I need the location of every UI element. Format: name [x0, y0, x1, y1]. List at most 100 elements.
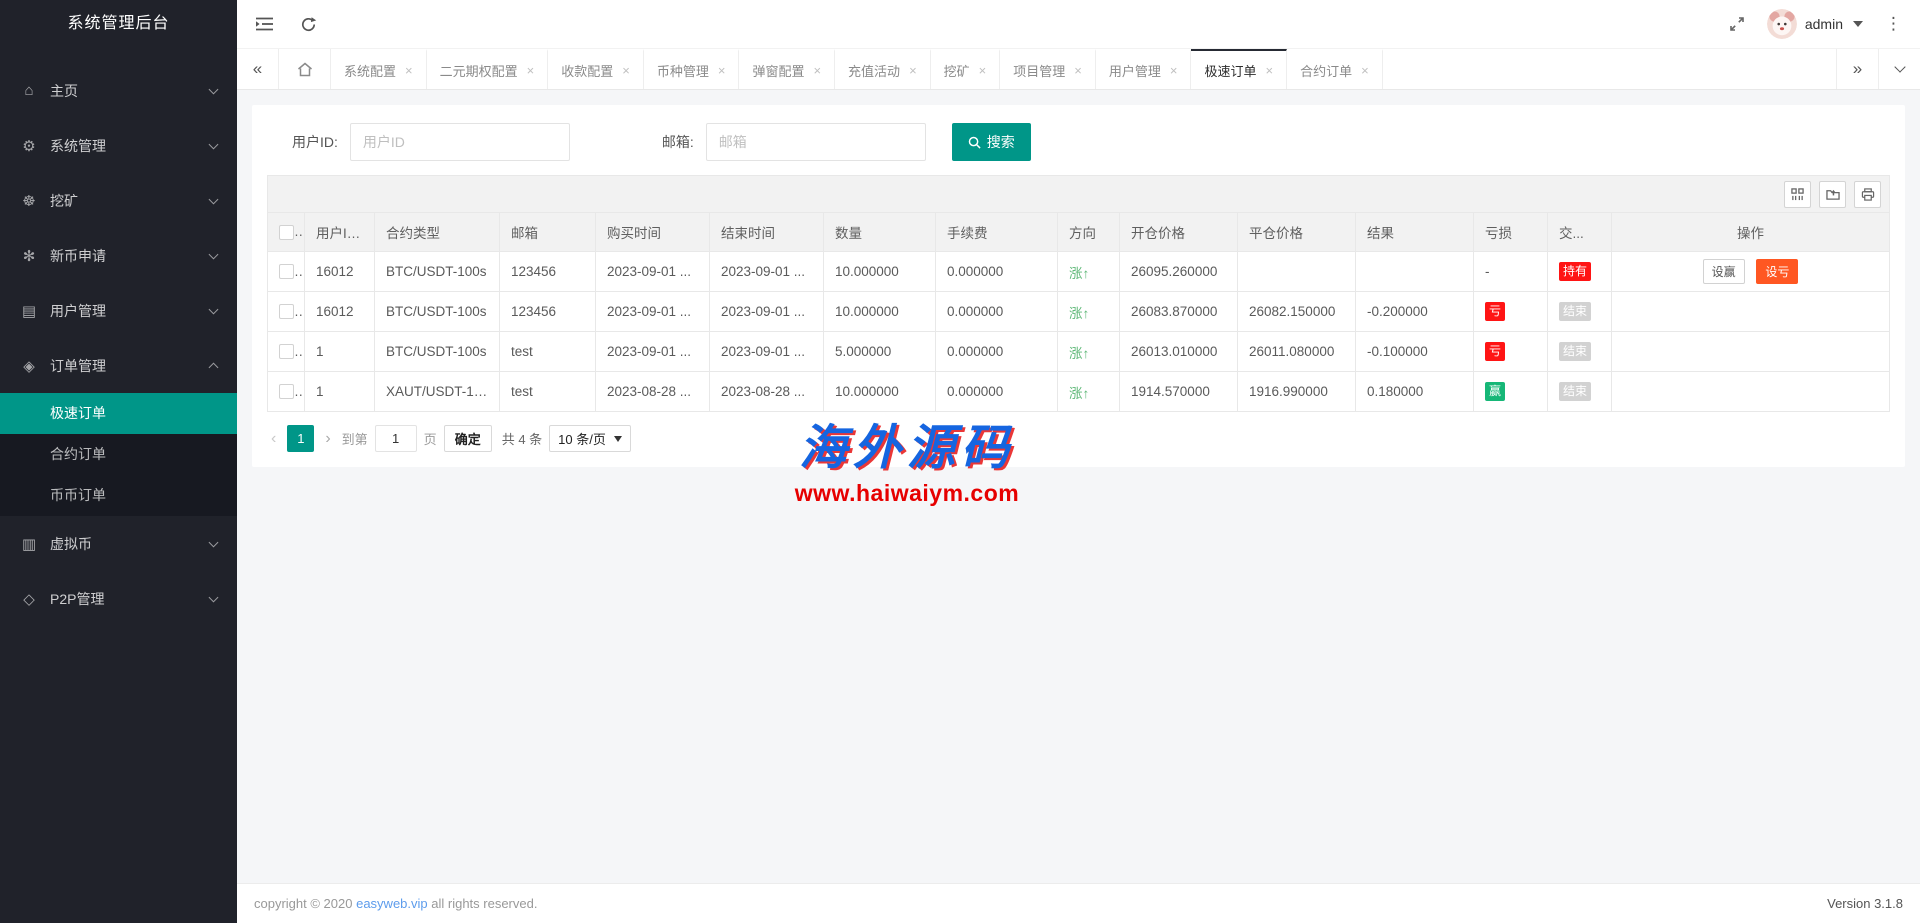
close-icon[interactable]: × [405, 63, 413, 78]
export-icon[interactable] [1819, 181, 1846, 208]
tab-system-config[interactable]: 系统配置× [331, 49, 427, 89]
chevron-up-icon [209, 363, 219, 373]
cell-buy-time: 2023-08-28 ... [596, 372, 710, 412]
select-all-checkbox[interactable] [279, 225, 294, 240]
tab-mining[interactable]: 挖矿× [931, 49, 1001, 89]
cell-close-price: 26082.150000 [1238, 292, 1356, 332]
sort-icon[interactable] [364, 228, 372, 240]
close-icon[interactable]: × [1361, 63, 1369, 78]
header-buy-time: 购买时间 [596, 213, 710, 252]
search-button[interactable]: 搜索 [952, 123, 1031, 161]
user-menu[interactable]: admin [1767, 9, 1863, 39]
email-label: 邮箱: [662, 132, 694, 152]
sidebar-item-users[interactable]: ▤ 用户管理 [0, 283, 237, 338]
sidebar-item-new-coin[interactable]: ✻ 新币申请 [0, 228, 237, 283]
tab-project-management[interactable]: 项目管理× [1000, 49, 1096, 89]
prev-page-icon[interactable]: ‹ [267, 430, 280, 448]
search-button-label: 搜索 [987, 132, 1015, 152]
header-open-price: 开仓价格 [1120, 213, 1238, 252]
refresh-icon[interactable] [300, 16, 317, 33]
win-badge: 赢 [1485, 382, 1505, 400]
tab-payment-config[interactable]: 收款配置× [548, 49, 644, 89]
tab-fast-orders-active[interactable]: 极速订单 × [1191, 49, 1287, 89]
cell-quantity: 10.000000 [824, 292, 936, 332]
cell-result [1356, 252, 1474, 292]
cell-checkbox [268, 252, 305, 292]
tab-label: 极速订单 [1204, 61, 1256, 80]
close-icon[interactable]: × [1074, 63, 1082, 78]
easyweb-link[interactable]: easyweb.vip [356, 896, 428, 911]
total-count-label: 共 4 条 [502, 429, 542, 448]
close-icon[interactable]: × [979, 63, 987, 78]
menu-fold-icon[interactable] [255, 16, 274, 32]
cell-open-price: 26083.870000 [1120, 292, 1238, 332]
cell-buy-time: 2023-09-01 ... [596, 252, 710, 292]
tabs-scroll-right-button[interactable]: » [1836, 49, 1878, 89]
cell-uid: 1 [305, 372, 375, 412]
tab-user-management[interactable]: 用户管理× [1096, 49, 1192, 89]
row-checkbox[interactable] [279, 384, 294, 399]
cell-fee: 0.000000 [936, 292, 1058, 332]
email-input[interactable] [706, 123, 926, 161]
close-icon[interactable]: × [527, 63, 535, 78]
goto-unit-label: 页 [424, 429, 437, 448]
chevron-down-icon [209, 194, 219, 204]
tabs-dropdown-button[interactable] [1878, 49, 1920, 89]
tabs-scroll-left-button[interactable]: « [237, 49, 279, 89]
header-loss: 亏损 [1474, 213, 1548, 252]
row-checkbox[interactable] [279, 264, 294, 279]
close-icon[interactable]: × [718, 63, 726, 78]
sidebar-nav: ⌂ 主页 ⚙ 系统管理 ☸ 挖矿 ✻ 新币申请 ▤ 用户管理 [0, 48, 237, 923]
tab-contract-orders[interactable]: 合约订单× [1287, 49, 1383, 89]
row-checkbox[interactable] [279, 344, 294, 359]
cell-operations [1612, 332, 1890, 372]
sidebar-item-orders[interactable]: ◈ 订单管理 [0, 338, 237, 393]
cell-direction: 涨↑ [1058, 332, 1120, 372]
fullscreen-icon[interactable] [1729, 16, 1745, 32]
goto-confirm-button[interactable]: 确定 [444, 425, 492, 452]
sidebar-subitem-coin-orders[interactable]: 币币订单 [0, 475, 237, 516]
header-end-time: 结束时间 [710, 213, 824, 252]
page-size-select[interactable]: 10 条/页 [549, 425, 631, 452]
tab-binary-option-config[interactable]: 二元期权配置× [427, 49, 549, 89]
sidebar-subitem-fast-orders[interactable]: 极速订单 [0, 393, 237, 434]
close-icon[interactable]: × [1170, 63, 1178, 78]
home-tab[interactable] [279, 49, 331, 89]
header-direction: 方向 [1058, 213, 1120, 252]
tab-recharge-activity[interactable]: 充值活动 × [835, 49, 931, 89]
mining-icon: ☸ [20, 192, 38, 210]
sidebar: 系统管理后台 ⌂ 主页 ⚙ 系统管理 ☸ 挖矿 ✻ 新币申请 [0, 0, 237, 923]
goto-page-input[interactable] [375, 425, 417, 452]
p2p-icon: ◇ [20, 590, 38, 608]
cell-fee: 0.000000 [936, 252, 1058, 292]
sidebar-subitem-contract-orders[interactable]: 合约订单 [0, 434, 237, 475]
print-icon[interactable] [1854, 181, 1881, 208]
sidebar-item-mining[interactable]: ☸ 挖矿 [0, 173, 237, 228]
cell-end-time: 2023-08-28 ... [710, 372, 824, 412]
row-checkbox[interactable] [279, 304, 294, 319]
sidebar-item-label: P2P管理 [50, 589, 210, 609]
more-vertical-icon[interactable]: ⋮ [1885, 14, 1902, 34]
sidebar-item-home[interactable]: ⌂ 主页 [0, 63, 237, 118]
close-icon[interactable]: × [813, 63, 821, 78]
sidebar-item-virtual-coin[interactable]: ▥ 虚拟币 [0, 516, 237, 571]
sidebar-item-p2p[interactable]: ◇ P2P管理 [0, 571, 237, 626]
set-lose-button[interactable]: 设亏 [1756, 259, 1798, 284]
watermark-url: www.haiwaiym.com [742, 480, 1072, 507]
close-icon[interactable]: × [909, 63, 917, 78]
tab-label: 充值活动 [848, 61, 900, 80]
cell-trade-status: 结束 [1548, 332, 1612, 372]
close-icon[interactable]: × [1266, 63, 1274, 78]
set-win-button[interactable]: 设赢 [1703, 259, 1745, 284]
page-number-active[interactable]: 1 [287, 425, 314, 452]
columns-icon[interactable] [1784, 181, 1811, 208]
tab-coin-management[interactable]: 币种管理× [644, 49, 740, 89]
sidebar-item-system[interactable]: ⚙ 系统管理 [0, 118, 237, 173]
cell-operations [1612, 292, 1890, 332]
close-icon[interactable]: × [622, 63, 630, 78]
cell-close-price [1238, 252, 1356, 292]
next-page-icon[interactable]: › [321, 430, 334, 448]
tab-popup-config[interactable]: 弹窗配置× [739, 49, 835, 89]
header-email: 邮箱 [500, 213, 596, 252]
user-id-input[interactable] [350, 123, 570, 161]
